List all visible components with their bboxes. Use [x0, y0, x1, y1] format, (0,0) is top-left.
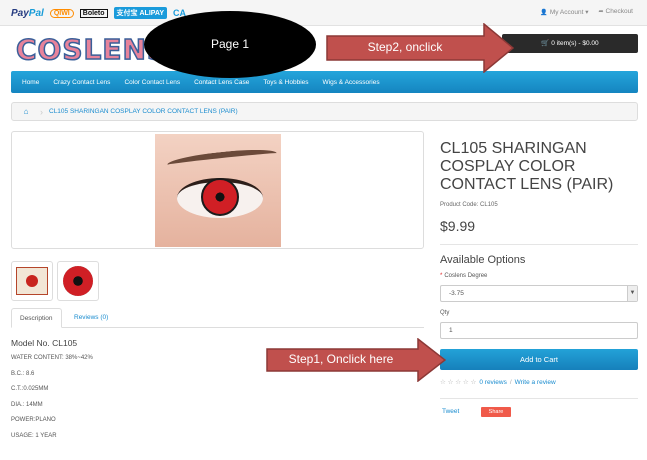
home-icon[interactable]: ⌂: [12, 107, 40, 116]
paypal-logo: PayPal: [11, 7, 44, 19]
top-links: 👤 My Account ▾ ➦ Checkout: [540, 8, 633, 16]
page-annotation: Page 1: [144, 11, 316, 78]
tweet-button[interactable]: Tweet: [442, 408, 459, 415]
payment-logos: PayPal QIWI Boleto 支付宝 ALIPAY CA: [11, 5, 186, 21]
product-code: Product Code: CL105: [440, 202, 498, 208]
step2-arrow: Step2, onclick: [326, 22, 515, 74]
cart-button[interactable]: 🛒 0 item(s) - $0.00: [502, 34, 638, 53]
coslens-degree-select[interactable]: -3.75 ▼: [440, 285, 638, 302]
main-nav: Home Crazy Contact Lens Color Contact Le…: [11, 71, 638, 93]
spec-diameter: DIA.: 14MM: [11, 401, 43, 408]
top-bar: PayPal QIWI Boleto 支付宝 ALIPAY CA 👤 My Acc…: [0, 0, 647, 26]
step2-label: Step2, onclick: [367, 40, 443, 54]
product-main-image[interactable]: [155, 134, 281, 247]
required-marker: *: [440, 273, 443, 279]
qiwi-logo: QIWI: [49, 8, 74, 18]
spec-usage: USAGE: 1 YEAR: [11, 432, 57, 439]
cart-icon: 🛒: [541, 40, 550, 47]
boleto-logo: Boleto: [79, 8, 108, 18]
rating-separator: /: [509, 378, 512, 386]
step1-arrow: Step1, Onclick here: [266, 337, 447, 383]
reviews-link[interactable]: 0 reviews: [479, 379, 506, 386]
product-title: CL105 SHARINGAN COSPLAY COLOR CONTACT LE…: [440, 140, 614, 193]
step1-label: Step1, Onclick here: [288, 352, 394, 366]
user-icon: 👤: [540, 10, 548, 16]
nav-item-crazy-contact-lens[interactable]: Crazy Contact Lens: [53, 79, 110, 86]
option-label: * Coslens Degree: [440, 273, 488, 279]
eyebrow-shape: [166, 146, 278, 172]
add-to-cart-button[interactable]: Add to Cart: [440, 349, 638, 370]
sharingan-lens-image: [63, 266, 93, 296]
qty-label: Qty: [440, 310, 450, 316]
write-review-link[interactable]: Write a review: [515, 379, 556, 386]
breadcrumb-product-link[interactable]: CL105 SHARINGAN COSPLAY COLOR CONTACT LE…: [49, 108, 238, 115]
spec-center-thickness: C.T.:0.025MM: [11, 386, 49, 392]
options-heading: Available Options: [440, 254, 526, 266]
options-divider: [440, 244, 638, 245]
chevron-down-icon: ▼: [627, 286, 637, 301]
breadcrumb-separator: ›: [40, 106, 43, 117]
product-thumbnail-lens[interactable]: [57, 261, 99, 301]
main-image-frame: [11, 131, 424, 249]
checkout-link[interactable]: ➦ Checkout: [599, 8, 634, 16]
nav-item-toys-hobbies[interactable]: Toys & Hobbies: [263, 79, 308, 86]
sharingan-lens-shape: [201, 178, 239, 216]
my-account-link[interactable]: 👤 My Account ▾: [540, 8, 588, 16]
nav-item-wigs-accessories[interactable]: Wigs & Accessories: [323, 79, 380, 86]
nav-item-home[interactable]: Home: [22, 79, 39, 86]
spec-power: POWER:PLANO: [11, 417, 56, 423]
alipay-logo: 支付宝 ALIPAY: [113, 7, 167, 19]
tab-description[interactable]: Description: [11, 308, 62, 328]
share-button[interactable]: Share: [481, 407, 511, 417]
product-tabs: Description Reviews (0): [11, 308, 424, 328]
rating-row: ☆ ☆ ☆ ☆ ☆ 0 reviews / Write a review: [440, 378, 556, 387]
product-price: $9.99: [440, 218, 476, 234]
site-logo[interactable]: COSLENS: [15, 32, 168, 68]
nav-item-color-contact-lens[interactable]: Color Contact Lens: [124, 79, 180, 86]
quantity-input[interactable]: 1: [440, 322, 638, 339]
breadcrumb: ⌂ › CL105 SHARINGAN COSPLAY COLOR CONTAC…: [11, 102, 638, 121]
lens-package-image: [16, 267, 48, 295]
share-divider: [440, 398, 638, 399]
nav-item-contact-lens-case[interactable]: Contact Lens Case: [194, 79, 249, 86]
product-thumbnail-package[interactable]: [11, 261, 53, 301]
share-arrow-icon: ➦: [598, 9, 604, 15]
tab-reviews[interactable]: Reviews (0): [66, 308, 116, 328]
